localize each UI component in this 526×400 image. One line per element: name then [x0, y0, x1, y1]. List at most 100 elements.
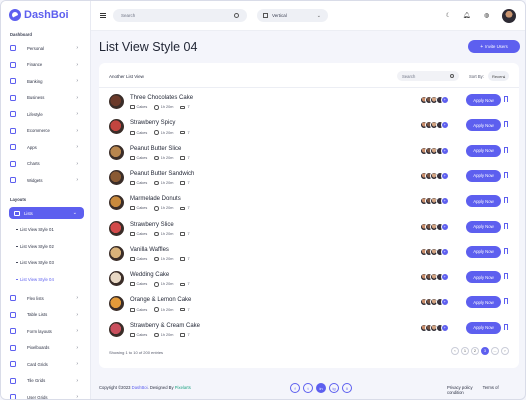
apply-now-button[interactable]: Apply Now [466, 119, 501, 132]
global-search-input[interactable]: Search [113, 9, 247, 22]
bookmark-icon[interactable] [504, 323, 509, 332]
more-avatars-badge[interactable]: + [440, 171, 449, 180]
recipe-time: 1h 20m [160, 307, 174, 312]
moon-icon[interactable]: ☾ [443, 10, 454, 21]
copyright-app-link[interactable]: DashBoi [132, 385, 148, 390]
more-avatars-badge[interactable]: + [440, 273, 449, 282]
list-search-placeholder: Search [402, 73, 416, 79]
recipe-count: 7 [187, 332, 190, 337]
more-avatars-badge[interactable]: + [440, 222, 449, 231]
apply-now-button[interactable]: Apply Now [466, 195, 501, 208]
bookmark-icon[interactable] [504, 171, 509, 180]
servings-icon [180, 206, 186, 211]
sidebar-item-label: Card Grids [27, 361, 48, 367]
clock-icon [154, 307, 159, 312]
sidebar-item-tile-grids[interactable]: Tile Grids › [1, 373, 91, 390]
page-button[interactable]: ... [491, 347, 499, 355]
page-button[interactable]: 2 [471, 347, 479, 355]
apply-now-button[interactable]: Apply Now [466, 220, 501, 233]
sidebar-subitem-style-04[interactable]: List View Style 04 [16, 277, 54, 282]
page-button[interactable]: ‹ [451, 347, 459, 355]
bell-icon[interactable]: 🔔︎ [461, 10, 472, 21]
sidebar-item-personal[interactable]: Personal › [1, 40, 91, 57]
logo[interactable]: DashBoi [9, 8, 69, 22]
page-button[interactable]: 1 [461, 347, 469, 355]
clock-icon [154, 282, 159, 287]
layout-select[interactable]: Vertical ⌄ [257, 9, 328, 22]
sidebar-subitem-style-03[interactable]: List View Style 03 [16, 260, 54, 265]
recipe-category: Cakes [136, 231, 148, 236]
sidebar-item-apps[interactable]: Apps › [1, 139, 91, 156]
sort-select[interactable]: Recent ⌄ [488, 71, 509, 81]
apply-now-button[interactable]: Apply Now [466, 245, 501, 258]
more-avatars-badge[interactable]: + [440, 298, 449, 307]
page-button[interactable]: 3 [481, 347, 489, 355]
sidebar-item-ecommerce[interactable]: Ecommerce › [1, 123, 91, 140]
apply-now-button[interactable]: Apply Now [466, 94, 501, 106]
bookmark-icon[interactable] [504, 273, 509, 282]
facebook-icon[interactable]: f [290, 383, 300, 393]
sidebar-item-finance[interactable]: Finance › [1, 57, 91, 74]
bookmark-icon[interactable] [504, 222, 509, 231]
bookmark-icon[interactable] [504, 247, 509, 256]
recipe-time: 1h 20m [160, 257, 174, 262]
more-avatars-badge[interactable]: + [440, 323, 449, 332]
more-avatars-badge[interactable]: + [440, 121, 449, 130]
sidebar-item-lifestyle[interactable]: Lifestyle › [1, 106, 91, 123]
page-button[interactable]: › [501, 347, 509, 355]
chevron-right-icon: › [76, 311, 78, 318]
chevron-right-icon: › [76, 144, 78, 151]
footer-links: Privacy policy Terms of condition [447, 385, 525, 395]
sidebar-item-label: Charts [27, 161, 40, 167]
bookmark-icon[interactable] [504, 197, 509, 206]
sidebar-item-business[interactable]: Business › [1, 90, 91, 107]
linkedin-alt-icon[interactable]: li [342, 383, 352, 393]
copyright-prefix: Copyright ©2023 [99, 385, 131, 390]
more-avatars-badge[interactable]: + [440, 146, 449, 155]
twitter-icon[interactable]: t [303, 383, 313, 393]
bookmark-icon[interactable] [504, 146, 509, 155]
bookmark-icon[interactable] [504, 96, 509, 104]
apply-now-button[interactable]: Apply Now [466, 296, 501, 309]
list-search-input[interactable]: Search [397, 71, 459, 81]
linkedin-icon[interactable]: in [316, 383, 326, 393]
clock-icon [154, 256, 159, 262]
apply-now-button[interactable]: Apply Now [466, 169, 501, 182]
apply-now-button[interactable]: Apply Now [466, 321, 501, 334]
sidebar-subitem-style-02[interactable]: List View Style 02 [16, 244, 54, 249]
sidebar-item-label: Tile Grids [27, 378, 46, 384]
servings-icon [180, 307, 186, 312]
globe-icon[interactable]: ◍ [481, 10, 492, 21]
more-avatars-badge[interactable]: + [440, 247, 449, 256]
sidebar-item-form-layouts[interactable]: Form layouts › [1, 323, 91, 340]
apply-now-button[interactable]: Apply Now [466, 271, 501, 284]
recipe-thumbnail [109, 220, 124, 236]
menu-toggle-icon[interactable] [100, 13, 106, 18]
sidebar-item-label: Lifestyle [27, 111, 43, 117]
sidebar-subitem-style-01[interactable]: List View Style 01 [16, 227, 54, 232]
app-frame: DashBoi Dashboard Personal › Finance › Banki… [0, 0, 526, 400]
recipe-count: 7 [187, 155, 190, 160]
sidebar-item-table-lists[interactable]: Table Lists › [1, 307, 91, 324]
recipe-name: Three Chocolates Cake [130, 95, 194, 101]
sidebar-item-lists[interactable]: Lists ⌄ [9, 207, 84, 219]
sidebar-item-widgets[interactable]: Widgets › [1, 172, 91, 189]
sidebar-item-charts[interactable]: Charts › [1, 156, 91, 173]
servings-icon [180, 105, 186, 109]
designer-link[interactable]: Pixelarts [175, 385, 191, 390]
sidebar-item-card-grids[interactable]: Card Grids › [1, 356, 91, 373]
apply-now-button[interactable]: Apply Now [466, 144, 501, 157]
more-avatars-badge[interactable]: + [440, 197, 449, 206]
invite-users-button[interactable]: + Invite Users [468, 40, 520, 53]
sidebar-item-user-grids[interactable]: User Grids › [1, 389, 91, 400]
bookmark-icon[interactable] [504, 298, 509, 307]
sidebar-item-label: User Grids [27, 394, 48, 400]
bookmark-icon[interactable] [504, 121, 509, 130]
sidebar-item-flex-lists[interactable]: Flex lists › [1, 290, 91, 307]
user-avatar[interactable] [502, 9, 516, 23]
sidebar-item-banking[interactable]: Banking › [1, 73, 91, 90]
instagram-icon[interactable]: ig [329, 383, 339, 393]
sidebar-item-pixelboards[interactable]: Pixelboards › [1, 340, 91, 357]
recipe-name: Strawberry Slice [130, 221, 174, 228]
more-avatars-badge[interactable]: + [440, 96, 449, 104]
